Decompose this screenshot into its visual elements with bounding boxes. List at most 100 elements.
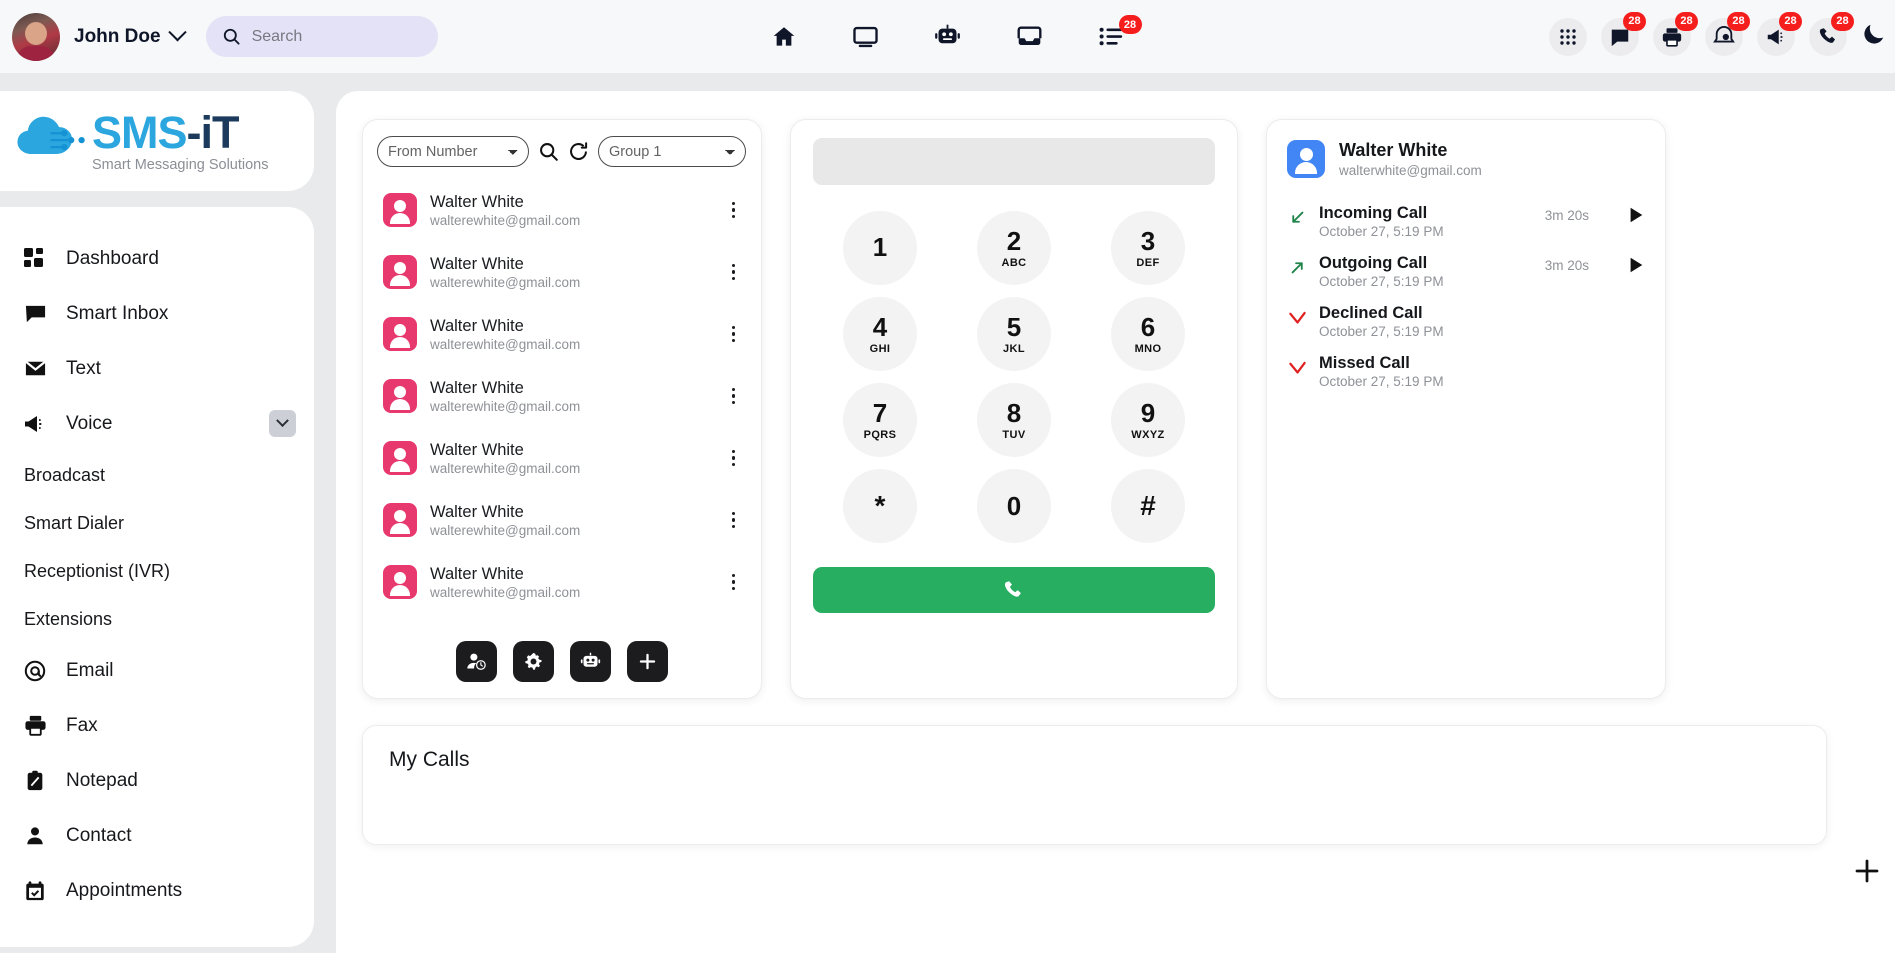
play-recording-button[interactable]: [1627, 204, 1645, 229]
row-menu-icon[interactable]: [724, 568, 744, 597]
call-history-row-incoming[interactable]: Incoming Call October 27, 5:19 PM 3m 20s: [1287, 204, 1645, 254]
row-menu-icon[interactable]: [724, 320, 744, 349]
contact-email: walterewhite@gmail.com: [430, 398, 581, 414]
sidebar-item-label: Extensions: [24, 608, 113, 629]
robot-icon[interactable]: [934, 23, 961, 50]
play-recording-button[interactable]: [1627, 254, 1645, 279]
dialpad-key-5[interactable]: 5 JKL: [977, 297, 1051, 371]
apps-grid-icon[interactable]: [1549, 17, 1587, 56]
sidebar-item-smart-dialer[interactable]: Smart Dialer: [0, 499, 314, 547]
dialpad-key-2[interactable]: 2 ABC: [977, 211, 1051, 285]
search-contacts-icon[interactable]: [538, 141, 559, 162]
list-item[interactable]: Walter White walterewhite@gmail.com: [377, 365, 747, 427]
megaphone-icon: [22, 412, 48, 436]
sidebar-item-label: Broadcast: [24, 464, 106, 485]
contact-history-button[interactable]: [456, 641, 497, 682]
megaphone-icon[interactable]: 28: [1757, 11, 1802, 56]
dialpad-key-1[interactable]: 1: [843, 211, 917, 285]
call-type: Outgoing Call: [1319, 254, 1428, 272]
row-menu-icon[interactable]: [724, 196, 744, 225]
key-number: 1: [872, 231, 888, 262]
logo-text-it: -iT: [186, 106, 240, 158]
sidebar-item-notepad[interactable]: Notepad: [0, 753, 314, 808]
refresh-icon[interactable]: [568, 141, 589, 162]
chat-icon[interactable]: 28: [1601, 11, 1646, 56]
call-type: Incoming Call: [1319, 204, 1428, 222]
add-floating-button[interactable]: [1847, 851, 1887, 891]
dialpad-key-star[interactable]: *: [843, 469, 917, 543]
dark-mode-moon-icon[interactable]: [1861, 21, 1887, 52]
contact-email: walterewhite@gmail.com: [430, 522, 581, 538]
chevron-down-icon[interactable]: [167, 23, 187, 42]
from-number-select[interactable]: From Number: [377, 136, 529, 167]
contact-email: walterewhite@gmail.com: [430, 584, 581, 600]
phone-icon[interactable]: 28: [1809, 11, 1854, 56]
missed-arrow-icon: [1287, 354, 1307, 378]
sidebar-item-fax[interactable]: Fax: [0, 698, 314, 753]
app-logo[interactable]: SMS-iT Smart Messaging Solutions: [0, 91, 314, 191]
sidebar-item-label: Voice: [66, 412, 113, 434]
key-number: 5: [1006, 311, 1022, 342]
dialpad-key-3[interactable]: 3 DEF: [1111, 211, 1185, 285]
contact-email: walterewhite@gmail.com: [430, 460, 581, 476]
list-item[interactable]: Walter White walterewhite@gmail.com: [377, 427, 747, 489]
contact-name: Walter White: [430, 316, 524, 335]
call-history-row-missed[interactable]: Missed Call October 27, 5:19 PM: [1287, 354, 1645, 404]
dialpad-key-9[interactable]: 9 WXYZ: [1111, 383, 1185, 457]
call-history-row-declined[interactable]: Declined Call October 27, 5:19 PM: [1287, 304, 1645, 354]
dialpad-key-4[interactable]: 4 GHI: [843, 297, 917, 371]
call-button[interactable]: [813, 567, 1215, 613]
settings-gear-button[interactable]: [513, 641, 554, 682]
dial-display-input[interactable]: [813, 138, 1215, 185]
dialpad-key-7[interactable]: 7 PQRS: [843, 383, 917, 457]
key-letters: GHI: [869, 342, 891, 355]
fax-icon[interactable]: 28: [1653, 11, 1698, 56]
row-menu-icon[interactable]: [724, 258, 744, 287]
list-item[interactable]: Walter White walterewhite@gmail.com: [377, 489, 747, 551]
contact-avatar-icon: [383, 565, 417, 599]
envelope-icon: [22, 357, 48, 380]
list-item[interactable]: Walter White walterewhite@gmail.com: [377, 303, 747, 365]
search-input[interactable]: Search: [205, 16, 438, 57]
contacts-action-bar: [377, 631, 747, 684]
dialpad-key-6[interactable]: 6 MNO: [1111, 297, 1185, 371]
group-select[interactable]: Group 1: [598, 136, 746, 167]
sidebar-item-text[interactable]: Text: [0, 341, 314, 396]
contact-name: Walter White: [430, 564, 524, 583]
sidebar-item-appointments[interactable]: Appointments: [0, 863, 314, 918]
task-list-icon[interactable]: 28: [1098, 15, 1142, 50]
dialpad-key-hash[interactable]: #: [1111, 469, 1185, 543]
sidebar-item-voice[interactable]: Voice: [0, 396, 314, 451]
my-calls-section: My Calls: [362, 725, 1827, 845]
contact-name: Walter White: [430, 502, 524, 521]
sidebar-item-dashboard[interactable]: Dashboard: [0, 231, 314, 286]
row-menu-icon[interactable]: [724, 444, 744, 473]
call-date: October 27, 5:19 PM: [1319, 324, 1444, 339]
voice-expand-chevron-icon[interactable]: [269, 410, 296, 437]
home-icon[interactable]: [771, 24, 797, 50]
logo-text-sms: SMS: [92, 106, 188, 158]
sidebar-item-broadcast[interactable]: Broadcast: [0, 451, 314, 499]
list-item[interactable]: Walter White walterewhite@gmail.com: [377, 551, 747, 613]
sidebar-item-contact[interactable]: Contact: [0, 808, 314, 863]
sidebar-item-email[interactable]: Email: [0, 643, 314, 698]
dialpad-key-0[interactable]: 0: [977, 469, 1051, 543]
row-menu-icon[interactable]: [724, 506, 744, 535]
notification-icon[interactable]: 28: [1705, 11, 1750, 56]
sidebar-item-extensions[interactable]: Extensions: [0, 595, 314, 643]
list-item[interactable]: Walter White walterewhite@gmail.com: [377, 179, 747, 241]
dialpad-key-8[interactable]: 8 TUV: [977, 383, 1051, 457]
monitor-icon[interactable]: [852, 23, 879, 50]
call-history-row-outgoing[interactable]: Outgoing Call October 27, 5:19 PM 3m 20s: [1287, 254, 1645, 304]
sidebar-item-receptionist-ivr[interactable]: Receptionist (IVR): [0, 547, 314, 595]
page-title: My Calls: [389, 748, 470, 771]
sidebar-item-smart-inbox[interactable]: Smart Inbox: [0, 286, 314, 341]
avatar[interactable]: [12, 12, 60, 61]
list-item[interactable]: Walter White walterewhite@gmail.com: [377, 241, 747, 303]
key-number: 7: [872, 397, 888, 428]
robot-assistant-button[interactable]: [570, 641, 611, 682]
contact-email: walterewhite@gmail.com: [430, 212, 581, 228]
add-contact-button[interactable]: [627, 641, 668, 682]
inbox-tray-icon[interactable]: [1016, 23, 1043, 50]
row-menu-icon[interactable]: [724, 382, 744, 411]
